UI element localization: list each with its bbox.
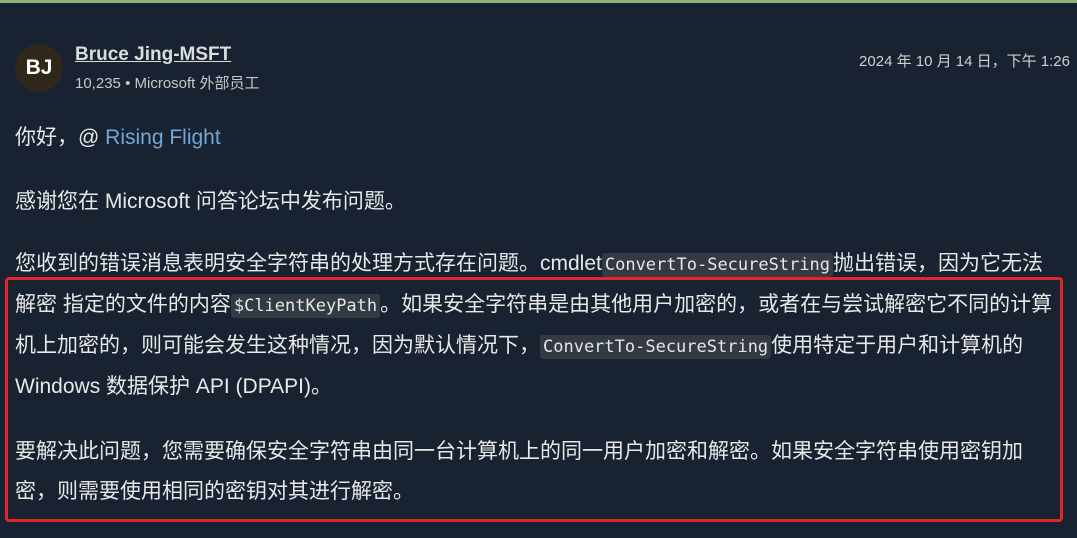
explain-text-1: 您收到的错误消息表明安全字符串的处理方式存在问题。cmdlet: [15, 252, 602, 275]
code-client-key-path: $ClientKeyPath: [230, 294, 381, 318]
code-cmdlet-2: ConvertTo-SecureString: [540, 335, 772, 359]
greeting-paragraph: 你好，@ Rising Flight: [15, 118, 1055, 158]
author-name-link[interactable]: Bruce Jing-MSFT: [75, 44, 231, 66]
author-reputation: 10,235: [75, 75, 121, 92]
author-meta: 10,235 • Microsoft 外部员工: [75, 72, 260, 93]
post-timestamp: 2024 年 10 月 14 日，下午 1:26: [859, 53, 1070, 70]
meta-separator: •: [125, 75, 131, 92]
mention-link[interactable]: Rising Flight: [105, 126, 221, 149]
avatar[interactable]: BJ: [15, 44, 63, 92]
thanks-paragraph: 感谢您在 Microsoft 问答论坛中发布问题。: [15, 190, 406, 213]
author-role: Microsoft 外部员工: [134, 75, 260, 92]
post-header: BJ Bruce Jing-MSFT 10,235 • Microsoft 外部…: [15, 40, 1070, 96]
code-cmdlet: ConvertTo-SecureString: [601, 253, 834, 277]
greeting-text: 你好，@: [15, 126, 106, 149]
solution-paragraph: 要解决此问题，您需要确保安全字符串由同一台计算机上的同一用户加密和解密。如果安全…: [15, 440, 1023, 503]
explanation-paragraph: 您收到的错误消息表明安全字符串的处理方式存在问题。cmdlet ConvertTo…: [15, 244, 1055, 407]
top-accent-bar: [0, 0, 1077, 3]
